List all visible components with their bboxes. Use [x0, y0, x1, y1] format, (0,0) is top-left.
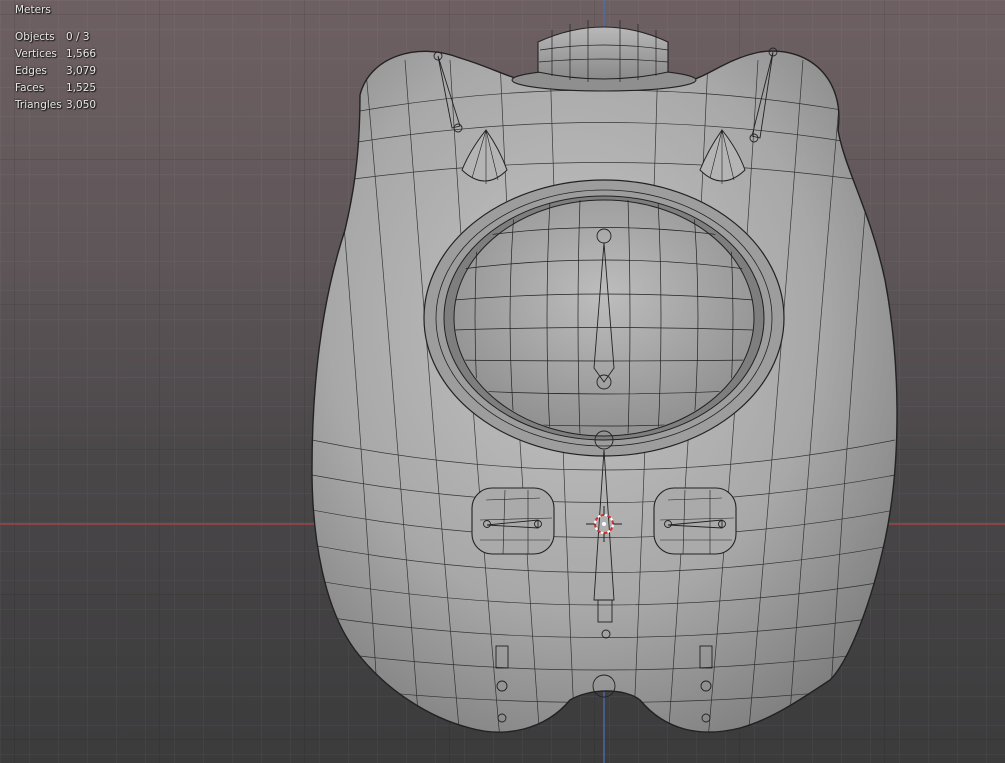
stat-label: Vertices	[15, 48, 57, 60]
stat-value: 1,566	[66, 48, 97, 60]
3d-viewport[interactable]	[0, 0, 1005, 763]
stat-row-faces: Faces 1,525	[15, 80, 96, 97]
stat-label: Faces	[15, 82, 45, 94]
stat-value: 0 / 3	[66, 31, 90, 43]
units-label: Meters	[15, 4, 51, 16]
stat-label: Edges	[15, 65, 47, 77]
stat-label: Objects	[15, 31, 55, 43]
stat-row-vertices: Vertices 1,566	[15, 46, 96, 63]
mesh-object[interactable]	[311, 20, 898, 740]
viewport-stats-overlay: Meters Objects 0 / 3 Vertices 1,566 Edge…	[15, 2, 96, 114]
stat-value: 3,050	[66, 99, 97, 111]
stat-row-objects: Objects 0 / 3	[15, 29, 96, 46]
stat-value: 3,079	[66, 65, 97, 77]
stat-value: 1,525	[66, 82, 97, 94]
stat-row-edges: Edges 3,079	[15, 63, 96, 80]
stat-row-triangles: Triangles 3,050	[15, 97, 96, 114]
stat-label: Triangles	[15, 99, 62, 111]
